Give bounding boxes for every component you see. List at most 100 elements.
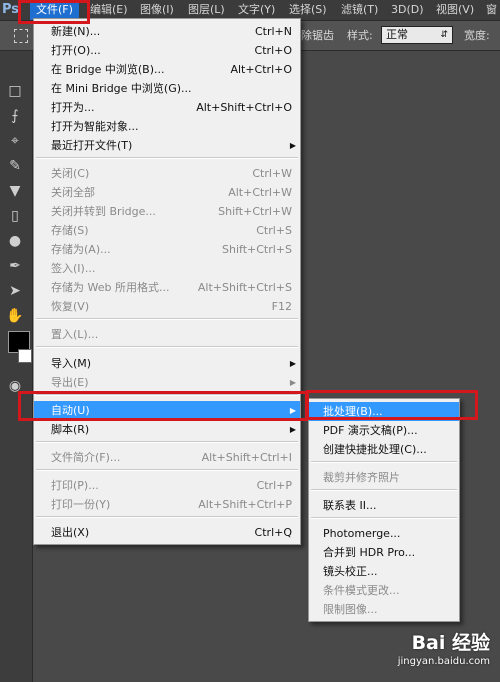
blur-drop-icon[interactable]: ● bbox=[4, 231, 26, 251]
menu-separator bbox=[36, 441, 298, 443]
menu-window[interactable]: 窗 bbox=[486, 0, 497, 20]
menu-item-save-for-web[interactable]: 存储为 Web 所用格式... Alt+Shift+Ctrl+S bbox=[34, 278, 300, 297]
baidu-jingyan-watermark: Bai 经验 jingyan.baidu.com bbox=[384, 628, 496, 676]
menu-item-close-all[interactable]: 关闭全部 Alt+Ctrl+W bbox=[34, 183, 300, 202]
menu-item-recent-files[interactable]: 最近打开文件(T) ▶ bbox=[34, 136, 300, 155]
menu-item-label: 在 Mini Bridge 中浏览(G)... bbox=[51, 82, 192, 95]
menu-item-place[interactable]: 置入(L)... bbox=[34, 325, 300, 344]
menu-item-label: 打印一份(Y) bbox=[51, 498, 111, 511]
background-color-swatch[interactable] bbox=[18, 349, 32, 363]
menu-item-shortcut: Alt+Shift+Ctrl+I bbox=[201, 451, 292, 464]
menu-item-shortcut: Shift+Ctrl+S bbox=[222, 243, 292, 256]
healing-brush-icon[interactable]: ✎ bbox=[4, 156, 26, 176]
menu-layer[interactable]: 图层(L) bbox=[188, 0, 225, 20]
menu-item-label: 恢复(V) bbox=[51, 300, 90, 313]
menu-item-shortcut: Shift+Ctrl+W bbox=[218, 205, 292, 218]
menu-item-file-info[interactable]: 文件简介(F)... Alt+Shift+Ctrl+I bbox=[34, 448, 300, 467]
automate-submenu: 批处理(B)... PDF 演示文稿(P)... 创建快捷批处理(C)... 裁… bbox=[308, 398, 460, 622]
menu-item-label: 存储为 Web 所用格式... bbox=[51, 281, 170, 294]
width-label: 宽度: bbox=[464, 29, 490, 42]
menu-image[interactable]: 图像(I) bbox=[140, 0, 174, 20]
crop-icon[interactable]: ⌖ bbox=[4, 131, 26, 151]
menu-item-shortcut: Alt+Shift+Ctrl+O bbox=[196, 101, 292, 114]
menu-item-shortcut: Alt+Shift+Ctrl+P bbox=[198, 498, 292, 511]
clone-stamp-icon[interactable]: ▼ bbox=[4, 181, 26, 201]
menu-select[interactable]: 选择(S) bbox=[289, 0, 327, 20]
watermark-url: jingyan.baidu.com bbox=[397, 656, 490, 667]
hand-icon[interactable]: ✋ bbox=[4, 306, 26, 326]
menu-item-fit-image[interactable]: 限制图像... bbox=[309, 600, 459, 619]
menu-item-open[interactable]: 打开(O)... Ctrl+O bbox=[34, 41, 300, 60]
menu-filter[interactable]: 滤镜(T) bbox=[341, 0, 378, 20]
menu-separator bbox=[36, 516, 298, 518]
menu-item-photomerge[interactable]: Photomerge... bbox=[309, 524, 459, 543]
marquee-icon[interactable] bbox=[14, 29, 28, 43]
menu-item-label: Photomerge... bbox=[323, 527, 401, 540]
menu-item-create-droplet[interactable]: 创建快捷批处理(C)... bbox=[309, 440, 459, 459]
style-select[interactable]: 正常 ⇵ bbox=[381, 26, 453, 44]
menu-item-shortcut: Ctrl+N bbox=[254, 25, 292, 38]
menu-item-label: PDF 演示文稿(P)... bbox=[323, 424, 418, 437]
menu-item-label: 条件模式更改... bbox=[323, 584, 400, 597]
menu-item-merge-hdr[interactable]: 合并到 HDR Pro... bbox=[309, 543, 459, 562]
menu-item-label: 关闭(C) bbox=[51, 167, 90, 180]
menu-item-new[interactable]: 新建(N)... Ctrl+N bbox=[34, 22, 300, 41]
menu-item-pdf-presentation[interactable]: PDF 演示文稿(P)... bbox=[309, 421, 459, 440]
menu-item-close[interactable]: 关闭(C) Ctrl+W bbox=[34, 164, 300, 183]
menu-item-label: 置入(L)... bbox=[51, 328, 99, 341]
submenu-arrow-icon: ▶ bbox=[289, 378, 296, 387]
pen-icon[interactable]: ✒ bbox=[4, 256, 26, 276]
menu-item-shortcut: F12 bbox=[271, 300, 292, 313]
menu-item-print-one-copy[interactable]: 打印一份(Y) Alt+Shift+Ctrl+P bbox=[34, 495, 300, 514]
style-select-value: 正常 bbox=[386, 28, 408, 41]
menu-edit[interactable]: 编辑(E) bbox=[90, 0, 128, 20]
menu-item-shortcut: Alt+Shift+Ctrl+S bbox=[197, 281, 292, 294]
menu-item-shortcut: Ctrl+O bbox=[254, 44, 292, 57]
menu-item-scripts[interactable]: 脚本(R) ▶ bbox=[34, 420, 300, 439]
menu-item-export[interactable]: 导出(E) ▶ bbox=[34, 373, 300, 392]
menu-item-lens-correction[interactable]: 镜头校正... bbox=[309, 562, 459, 581]
annotation-box-file-menu bbox=[18, 0, 90, 24]
menu-item-label: 打印(P)... bbox=[51, 479, 99, 492]
menu-item-revert[interactable]: 恢复(V) F12 bbox=[34, 297, 300, 316]
menu-item-shortcut: Ctrl+Q bbox=[254, 526, 292, 539]
eraser-icon[interactable]: ▯ bbox=[4, 206, 26, 226]
file-menu: 新建(N)... Ctrl+N 打开(O)... Ctrl+O 在 Bridge… bbox=[33, 18, 301, 545]
menu-type[interactable]: 文字(Y) bbox=[238, 0, 275, 20]
menu-item-label: 关闭全部 bbox=[51, 186, 95, 199]
submenu-arrow-icon: ▶ bbox=[289, 359, 296, 368]
menu-item-print[interactable]: 打印(P)... Ctrl+P bbox=[34, 476, 300, 495]
menu-item-open-smart-object[interactable]: 打开为智能对象... bbox=[34, 117, 300, 136]
menu-item-check-in[interactable]: 签入(I)... bbox=[34, 259, 300, 278]
menu-item-open-as[interactable]: 打开为... Alt+Shift+Ctrl+O bbox=[34, 98, 300, 117]
menu-3d[interactable]: 3D(D) bbox=[391, 0, 424, 20]
menu-item-shortcut: Alt+Ctrl+O bbox=[230, 63, 292, 76]
menu-item-label: 打开(O)... bbox=[51, 44, 101, 57]
menu-item-browse-bridge[interactable]: 在 Bridge 中浏览(B)... Alt+Ctrl+O bbox=[34, 60, 300, 79]
menu-item-browse-mini-bridge[interactable]: 在 Mini Bridge 中浏览(G)... bbox=[34, 79, 300, 98]
menu-view[interactable]: 视图(V) bbox=[436, 0, 474, 20]
menu-item-label: 签入(I)... bbox=[51, 262, 96, 275]
menu-separator bbox=[36, 469, 298, 471]
rectangular-marquee-icon[interactable]: □ bbox=[4, 81, 26, 101]
menu-item-label: 创建快捷批处理(C)... bbox=[323, 443, 427, 456]
menu-item-close-go-bridge[interactable]: 关闭并转到 Bridge... Shift+Ctrl+W bbox=[34, 202, 300, 221]
menu-item-label: 脚本(R) bbox=[51, 423, 90, 436]
menu-item-contact-sheet[interactable]: 联系表 II... bbox=[309, 496, 459, 515]
annotation-box-automate bbox=[18, 391, 308, 421]
menu-item-label: 存储(S) bbox=[51, 224, 89, 237]
lasso-icon[interactable]: ⨍ bbox=[4, 106, 26, 126]
menu-item-conditional-mode-change[interactable]: 条件模式更改... bbox=[309, 581, 459, 600]
menu-item-crop-straighten[interactable]: 裁剪并修齐照片 bbox=[309, 468, 459, 487]
menu-item-label: 最近打开文件(T) bbox=[51, 139, 133, 152]
menu-item-label: 文件简介(F)... bbox=[51, 451, 121, 464]
path-select-arrow-icon[interactable]: ➤ bbox=[4, 281, 26, 301]
menu-item-shortcut: Ctrl+S bbox=[256, 224, 292, 237]
menu-separator bbox=[311, 489, 457, 491]
menu-item-import[interactable]: 导入(M) ▶ bbox=[34, 354, 300, 373]
menu-item-exit[interactable]: 退出(X) Ctrl+Q bbox=[34, 523, 300, 542]
menu-item-save[interactable]: 存储(S) Ctrl+S bbox=[34, 221, 300, 240]
menu-separator bbox=[311, 517, 457, 519]
menu-item-save-as[interactable]: 存储为(A)... Shift+Ctrl+S bbox=[34, 240, 300, 259]
menu-item-label: 打开为... bbox=[51, 101, 95, 114]
